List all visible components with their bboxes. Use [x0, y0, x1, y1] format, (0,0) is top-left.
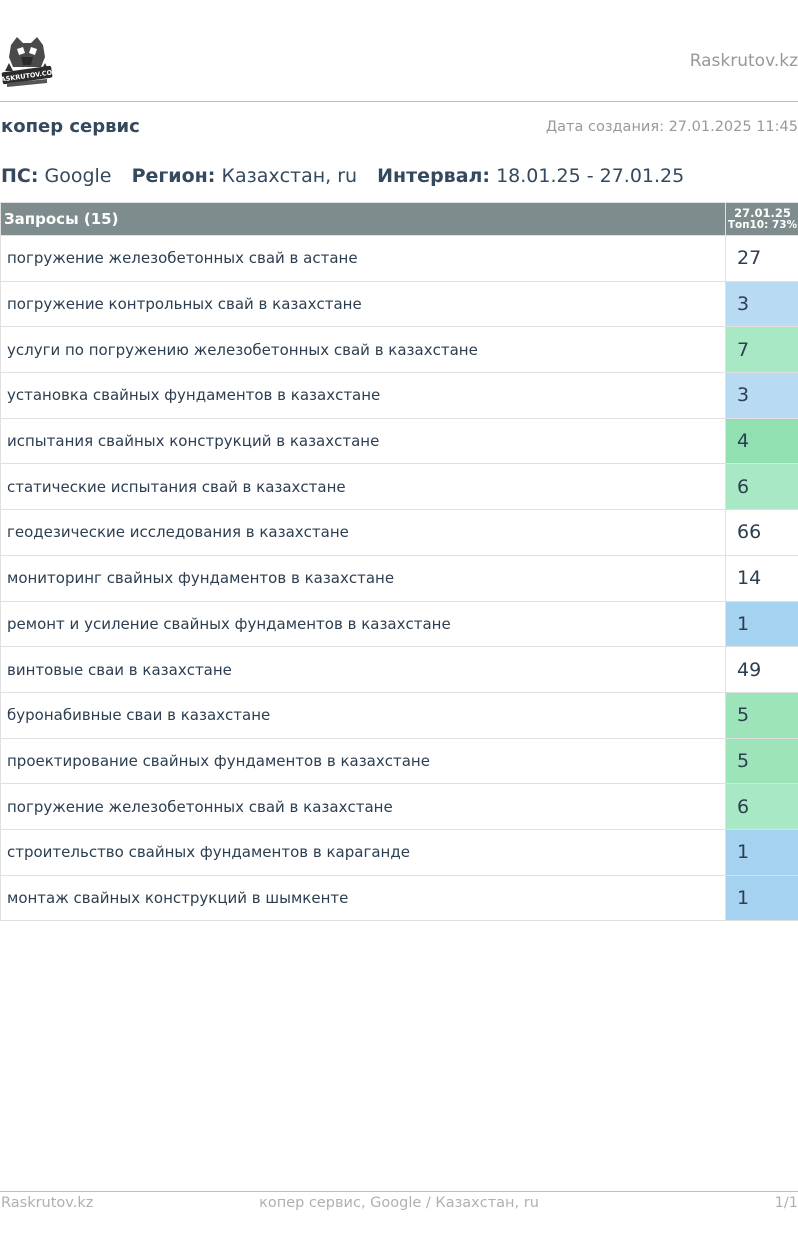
engine-value: Google — [44, 165, 112, 187]
positions-table: Запросы (15) 27.01.25 Топ10: 73% погруже… — [0, 202, 798, 922]
table-row: мониторинг свайных фундаментов в казахст… — [0, 554, 798, 602]
query-cell: погружение железобетонных свай в казахст… — [0, 783, 726, 830]
date-header: 27.01.25 — [734, 206, 791, 220]
table-row: погружение железобетонных свай в казахст… — [0, 783, 798, 830]
table-row: статические испытания свай в казахстане 6 — [0, 463, 798, 511]
query-cell: геодезические исследования в казахстане — [0, 509, 726, 556]
creation-date-value: 27.01.2025 11:45 — [668, 119, 798, 135]
position-cell: 14 — [725, 554, 798, 602]
query-cell: установка свайных фундаментов в казахста… — [0, 372, 726, 419]
query-cell: проектирование свайных фундаментов в каз… — [0, 737, 726, 785]
table-row: погружение контрольных свай в казахстане… — [0, 280, 798, 328]
position-cell: 6 — [725, 463, 798, 511]
position-cell: 1 — [725, 828, 798, 876]
position-cell: 3 — [725, 280, 798, 328]
creation-date: Дата создания: 27.01.2025 11:45 — [546, 119, 798, 135]
position-cell: 1 — [725, 600, 798, 648]
site-name: Raskrutov.kz — [689, 51, 798, 71]
creation-date-label: Дата создания: — [545, 119, 664, 135]
query-cell: услуги по погружению железобетонных свай… — [0, 326, 726, 374]
table-row: проектирование свайных фундаментов в каз… — [0, 737, 798, 785]
table-row: установка свайных фундаментов в казахста… — [0, 372, 798, 419]
report-title: копер сервис — [1, 116, 140, 137]
query-cell: буронабивные сваи в казахстане — [0, 691, 726, 739]
interval-label: Интервал: — [377, 165, 491, 187]
queries-column-header: Запросы (15) — [0, 202, 726, 236]
query-cell: погружение контрольных свай в казахстане — [0, 280, 726, 328]
date-column-header: 27.01.25 Топ10: 73% — [725, 202, 798, 236]
region-value: Казахстан, ru — [221, 165, 358, 187]
query-cell: погружение железобетонных свай в астане — [0, 235, 726, 282]
query-cell: ремонт и усиление свайных фундаментов в … — [0, 600, 726, 648]
table-row: винтовые сваи в казахстане 49 — [0, 646, 798, 693]
table-row: монтаж свайных конструкций в шымкенте 1 — [0, 874, 798, 922]
query-cell: монтаж свайных конструкций в шымкенте — [0, 874, 726, 922]
query-cell: строительство свайных фундаментов в кара… — [0, 828, 726, 876]
position-cell: 1 — [725, 874, 798, 922]
query-cell: статические испытания свай в казахстане — [0, 463, 726, 511]
engine-label: ПС: — [1, 165, 39, 187]
page-footer: копер сервис, Google / Казахстан, ru Ras… — [0, 1191, 798, 1222]
region-label: Регион: — [131, 165, 216, 187]
top10-header: Топ10: 73% — [727, 219, 798, 231]
position-cell: 5 — [725, 691, 798, 739]
footer-site-name: Raskrutov.kz — [1, 1195, 94, 1211]
table-row: погружение железобетонных свай в астане 2… — [0, 235, 798, 282]
position-cell: 6 — [725, 783, 798, 830]
position-cell: 66 — [725, 509, 798, 556]
report-parameters: ПС: Google Регион: Казахстан, ru Интерва… — [1, 165, 684, 187]
table-row: строительство свайных фундаментов в кара… — [0, 828, 798, 876]
table-row: геодезические исследования в казахстане 6… — [0, 509, 798, 556]
table-row: испытания свайных конструкций в казахста… — [0, 417, 798, 465]
position-cell: 3 — [725, 372, 798, 419]
position-cell: 4 — [725, 417, 798, 465]
query-cell: винтовые сваи в казахстане — [0, 646, 726, 693]
position-cell: 49 — [725, 646, 798, 693]
page-header: RASKRUTOV.COM Raskrutov.kz — [0, 0, 798, 102]
table-row: услуги по погружению железобетонных свай… — [0, 326, 798, 374]
query-cell: испытания свайных конструкций в казахста… — [0, 417, 726, 465]
table-row: ремонт и усиление свайных фундаментов в … — [0, 600, 798, 648]
position-cell: 27 — [725, 235, 798, 282]
raskrutov-logo: RASKRUTOV.COM — [0, 33, 59, 91]
interval-value: 18.01.25 - 27.01.25 — [496, 165, 685, 187]
footer-page-number: 1/1 — [774, 1195, 798, 1211]
position-cell: 5 — [725, 737, 798, 785]
table-row: буронабивные сваи в казахстане 5 — [0, 691, 798, 739]
query-cell: мониторинг свайных фундаментов в казахст… — [0, 554, 726, 602]
table-header-row: Запросы (15) 27.01.25 Топ10: 73% — [0, 202, 798, 236]
footer-report-info: копер сервис, Google / Казахстан, ru — [259, 1195, 539, 1211]
position-cell: 7 — [725, 326, 798, 374]
